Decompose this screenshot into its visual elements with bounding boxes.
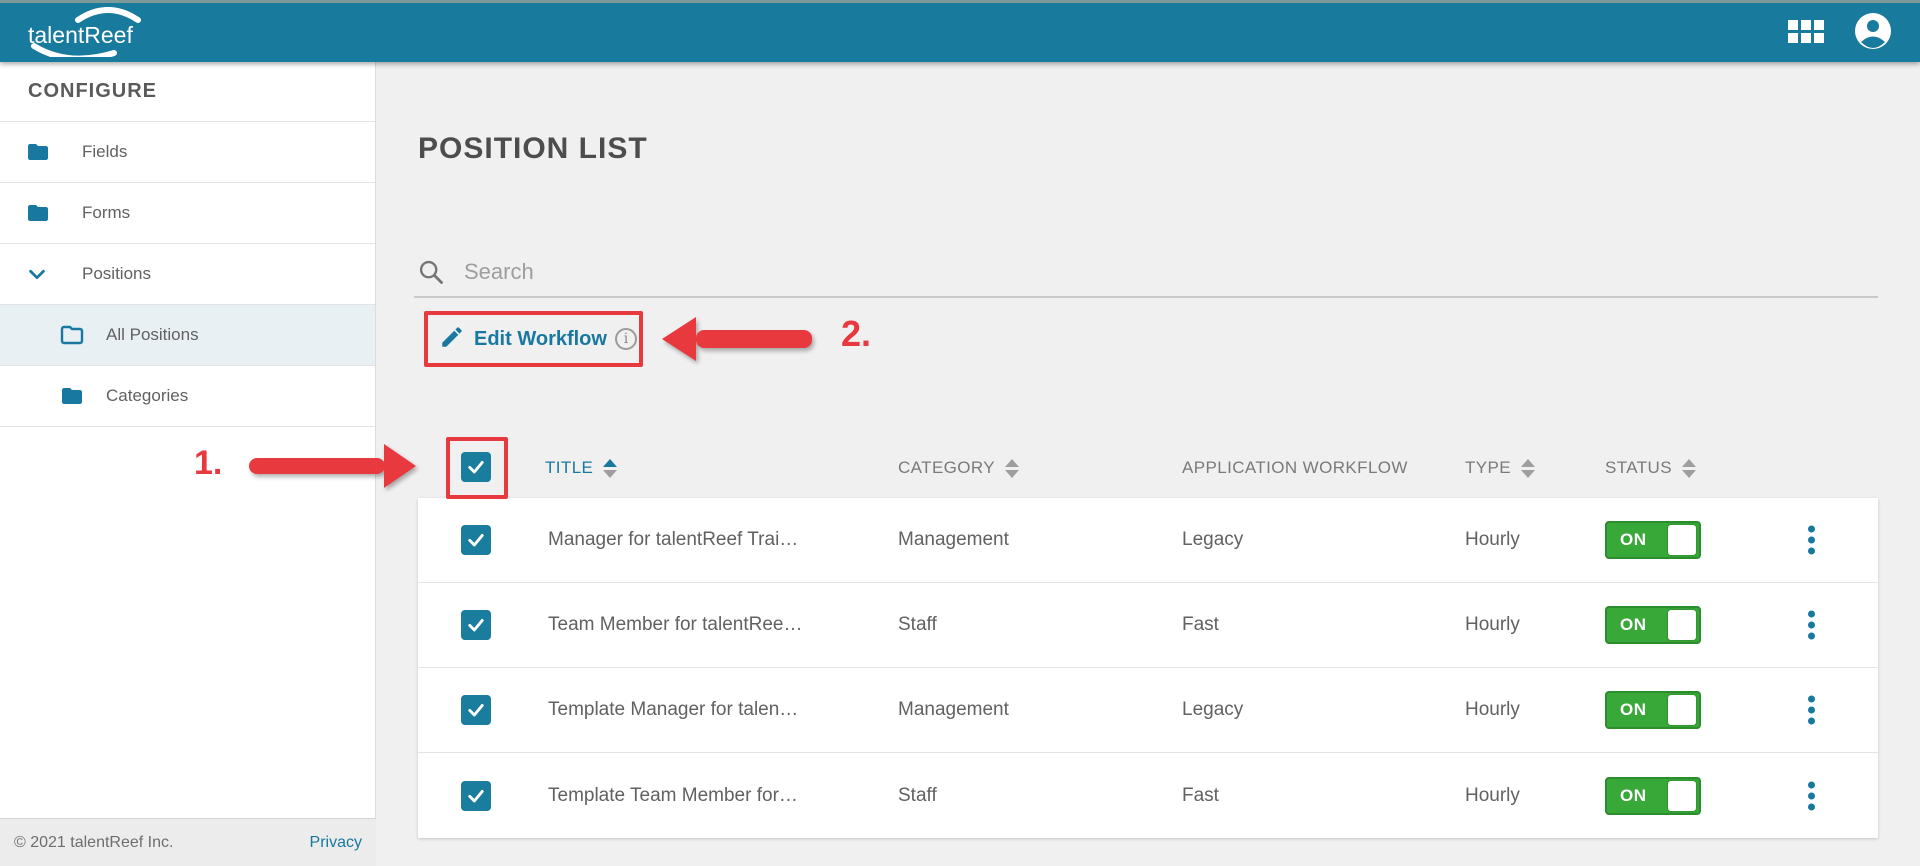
cell-type: Hourly bbox=[1465, 784, 1520, 806]
sort-icon bbox=[603, 458, 618, 478]
row-menu-kebab-icon[interactable] bbox=[1802, 690, 1821, 731]
sort-icon bbox=[1005, 458, 1020, 478]
status-toggle[interactable]: ON bbox=[1605, 521, 1701, 559]
talentreef-logo: talentReef bbox=[26, 7, 146, 62]
sort-icon bbox=[1521, 458, 1536, 478]
sidebar-item-fields[interactable]: Fields bbox=[0, 122, 375, 183]
annotation-step-1: 1. bbox=[194, 444, 223, 482]
toggle-knob bbox=[1668, 780, 1696, 811]
copyright-text: © 2021 talentReef Inc. bbox=[14, 833, 174, 851]
chevron-down-icon bbox=[26, 263, 48, 285]
row-menu-kebab-icon[interactable] bbox=[1802, 605, 1821, 646]
account-icon[interactable] bbox=[1854, 12, 1892, 50]
cell-title: Template Manager for talen… bbox=[548, 699, 799, 720]
column-header-type[interactable]: TYPE bbox=[1465, 458, 1536, 478]
sidebar-item-label: Fields bbox=[82, 142, 128, 161]
sort-icon bbox=[1681, 458, 1696, 478]
cell-category: Management bbox=[898, 529, 1009, 550]
row-checkbox[interactable] bbox=[461, 610, 491, 640]
cell-application-workflow: Legacy bbox=[1182, 699, 1244, 720]
annotation-box-edit-workflow bbox=[424, 311, 643, 367]
table-header: TITLE CATEGORY APPLICATION WORKFLOW TYPE… bbox=[376, 437, 1920, 499]
cell-application-workflow: Fast bbox=[1182, 784, 1219, 806]
status-toggle[interactable]: ON bbox=[1605, 691, 1701, 729]
main-content: POSITION LIST Edit Workflow TITLE CATEGO… bbox=[376, 62, 1920, 866]
cell-title: Manager for talentReef Trai… bbox=[548, 529, 799, 550]
toggle-knob bbox=[1668, 525, 1696, 555]
status-toggle[interactable]: ON bbox=[1605, 606, 1701, 644]
position-table: Manager for talentReef Trai… Management … bbox=[418, 498, 1878, 838]
cell-category: Staff bbox=[898, 784, 937, 806]
table-row: Manager for talentReef Trai… Management … bbox=[418, 498, 1878, 583]
row-checkbox[interactable] bbox=[461, 780, 491, 811]
row-menu-kebab-icon[interactable] bbox=[1802, 775, 1821, 816]
cell-category: Staff bbox=[898, 614, 937, 635]
sidebar-item-label: Categories bbox=[106, 386, 189, 405]
svg-text:talentReef: talentReef bbox=[28, 22, 133, 48]
privacy-link[interactable]: Privacy bbox=[310, 834, 362, 852]
annotation-arrow-right-icon bbox=[249, 444, 416, 488]
search-icon bbox=[417, 258, 445, 291]
cell-application-workflow: Fast bbox=[1182, 614, 1219, 635]
page-title: POSITION LIST bbox=[418, 132, 648, 165]
column-header-title[interactable]: TITLE bbox=[545, 458, 618, 478]
search-underline bbox=[414, 296, 1878, 298]
folder-icon bbox=[24, 140, 52, 164]
column-header-category[interactable]: CATEGORY bbox=[898, 458, 1020, 478]
sidebar-item-categories[interactable]: Categories bbox=[0, 366, 375, 427]
sidebar-item-label: Forms bbox=[82, 203, 131, 222]
cell-type: Hourly bbox=[1465, 529, 1520, 550]
sidebar-item-forms[interactable]: Forms bbox=[0, 183, 375, 244]
status-toggle[interactable]: ON bbox=[1605, 776, 1701, 815]
cell-category: Management bbox=[898, 699, 1009, 720]
toggle-knob bbox=[1668, 695, 1696, 725]
window-top-edge bbox=[0, 0, 1920, 3]
sidebar-heading: CONFIGURE bbox=[0, 62, 375, 122]
folder-icon bbox=[24, 201, 52, 225]
cell-title: Team Member for talentRee… bbox=[548, 614, 803, 635]
sidebar-item-label: Positions bbox=[82, 264, 151, 283]
sidebar-footer: © 2021 talentReef Inc. Privacy bbox=[0, 818, 376, 866]
table-row: Template Team Member for… Staff Fast Hou… bbox=[418, 753, 1878, 838]
annotation-arrow-left-icon bbox=[662, 317, 812, 361]
row-menu-kebab-icon[interactable] bbox=[1802, 520, 1821, 561]
app-header: talentReef bbox=[0, 0, 1920, 62]
sidebar-item-positions[interactable]: Positions bbox=[0, 244, 375, 305]
row-checkbox[interactable] bbox=[461, 525, 491, 555]
cell-title: Template Team Member for… bbox=[548, 784, 798, 806]
cell-type: Hourly bbox=[1465, 699, 1520, 720]
annotation-box-select-all bbox=[446, 437, 508, 499]
folder-outline-icon bbox=[58, 323, 86, 347]
sidebar-item-label: All Positions bbox=[106, 325, 199, 344]
search-input[interactable] bbox=[464, 256, 1764, 288]
sidebar-item-all-positions[interactable]: All Positions bbox=[0, 305, 375, 366]
column-header-status[interactable]: STATUS bbox=[1605, 458, 1696, 478]
row-checkbox[interactable] bbox=[461, 695, 491, 725]
column-header-application-workflow[interactable]: APPLICATION WORKFLOW bbox=[1182, 458, 1408, 478]
cell-type: Hourly bbox=[1465, 614, 1520, 635]
apps-grid-icon[interactable] bbox=[1788, 19, 1824, 43]
cell-application-workflow: Legacy bbox=[1182, 529, 1244, 550]
folder-icon bbox=[58, 384, 86, 408]
toggle-knob bbox=[1668, 610, 1696, 640]
table-row: Template Manager for talen… Management L… bbox=[418, 668, 1878, 753]
table-row: Team Member for talentRee… Staff Fast Ho… bbox=[418, 583, 1878, 668]
annotation-step-2: 2. bbox=[841, 313, 872, 354]
